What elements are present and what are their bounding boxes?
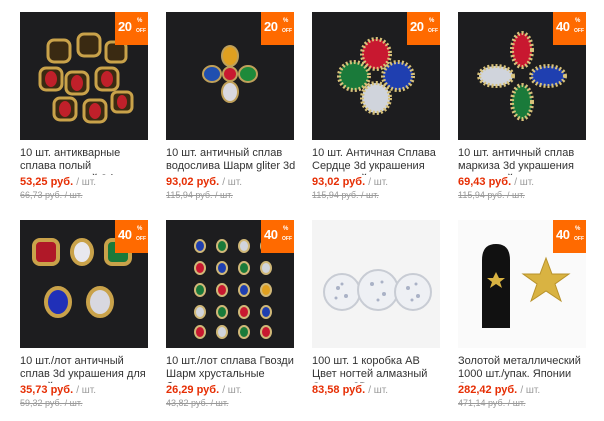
discount-value: 40 — [264, 227, 278, 242]
price-unit: / шт. — [222, 177, 243, 188]
discount-off: OFF — [428, 28, 438, 34]
price-unit: / шт. — [368, 177, 389, 188]
discount-percent: % — [429, 18, 435, 24]
discount-percent: % — [137, 18, 143, 24]
old-price: 115,94 руб. / шт. — [312, 190, 379, 200]
nail-decor-product-image — [323, 269, 432, 311]
product-title[interactable]: 10 шт. античный сплав маркиза 3d украшен… — [458, 147, 590, 175]
old-price: 59,32 руб. / шт. — [20, 398, 83, 408]
product-title[interactable]: 10 шт. антикварные сплава полый металлич… — [20, 147, 152, 175]
price-value: 69,43 руб. — [458, 176, 512, 188]
price-value: 282,42 руб. — [458, 384, 518, 396]
product-title[interactable]: 10 шт./лот сплава Гвозди Шарм хрустальны… — [166, 355, 298, 383]
price-value: 26,29 руб. — [166, 384, 220, 396]
discount-badge: 40 % OFF — [553, 12, 586, 45]
discount-off: OFF — [136, 236, 146, 242]
old-price: 43,82 руб. / шт. — [166, 398, 229, 408]
discount-off: OFF — [574, 28, 584, 34]
price-value: 93,02 руб. — [166, 176, 220, 188]
product-price: 93,02 руб. / шт. — [312, 176, 388, 189]
price-unit: / шт. — [222, 385, 243, 396]
product-price: 93,02 руб. / шт. — [166, 176, 242, 189]
discount-value: 20 — [264, 19, 278, 34]
discount-value: 20 — [410, 19, 424, 34]
discount-badge: 40 % OFF — [115, 220, 148, 253]
discount-off: OFF — [136, 28, 146, 34]
product-price: 69,43 руб. / шт. — [458, 176, 534, 189]
price-value: 35,73 руб. — [20, 384, 74, 396]
product-title[interactable]: 10 шт. античный сплав водосливa Шарм gli… — [166, 147, 298, 175]
product-title[interactable]: Золотой металлический 1000 шт./упак. Япо… — [458, 355, 590, 383]
product-title[interactable]: 10 шт./лот античный сплав 3d украшения д… — [20, 355, 152, 383]
discount-percent: % — [137, 226, 143, 232]
discount-value: 40 — [556, 19, 570, 34]
old-price: 115,94 руб. / шт. — [458, 190, 525, 200]
discount-percent: % — [283, 226, 289, 232]
discount-badge: 40 % OFF — [553, 220, 586, 253]
discount-badge: 20 % OFF — [115, 12, 148, 45]
product-image[interactable] — [312, 220, 440, 348]
discount-value: 40 — [556, 227, 570, 242]
price-unit: / шт. — [520, 385, 541, 396]
product-price: 282,42 руб. / шт. — [458, 384, 540, 397]
price-unit: / шт. — [368, 385, 389, 396]
discount-percent: % — [283, 18, 289, 24]
price-value: 53,25 руб. — [20, 176, 74, 188]
discount-off: OFF — [282, 236, 292, 242]
product-price: 53,25 руб. / шт. — [20, 176, 96, 189]
price-value: 93,02 руб. — [312, 176, 366, 188]
product-title[interactable]: 100 шт. 1 коробка AB Цвет ногтей алмазны… — [312, 355, 444, 383]
price-unit: / шт. — [76, 385, 97, 396]
discount-value: 20 — [118, 19, 132, 34]
discount-value: 40 — [118, 227, 132, 242]
product-price: 35,73 руб. / шт. — [20, 384, 96, 397]
discount-badge: 20 % OFF — [407, 12, 440, 45]
product-title[interactable]: 10 шт. Античная Сплава Сердце 3d украшен… — [312, 147, 444, 175]
old-price: 115,94 руб. / шт. — [166, 190, 233, 200]
price-value: 83,58 руб. — [312, 384, 366, 396]
price-unit: / шт. — [514, 177, 535, 188]
discount-badge: 40 % OFF — [261, 220, 294, 253]
product-price: 83,58 руб. / шт. — [312, 384, 388, 397]
product-price: 26,29 руб. / шт. — [166, 384, 242, 397]
discount-off: OFF — [574, 236, 584, 242]
discount-percent: % — [575, 18, 581, 24]
discount-off: OFF — [282, 28, 292, 34]
old-price: 471,14 руб. / шт. — [458, 398, 526, 408]
discount-badge: 20 % OFF — [261, 12, 294, 45]
old-price: 66,73 руб. / шт. — [20, 190, 83, 200]
price-unit: / шт. — [76, 177, 97, 188]
discount-percent: % — [575, 226, 581, 232]
